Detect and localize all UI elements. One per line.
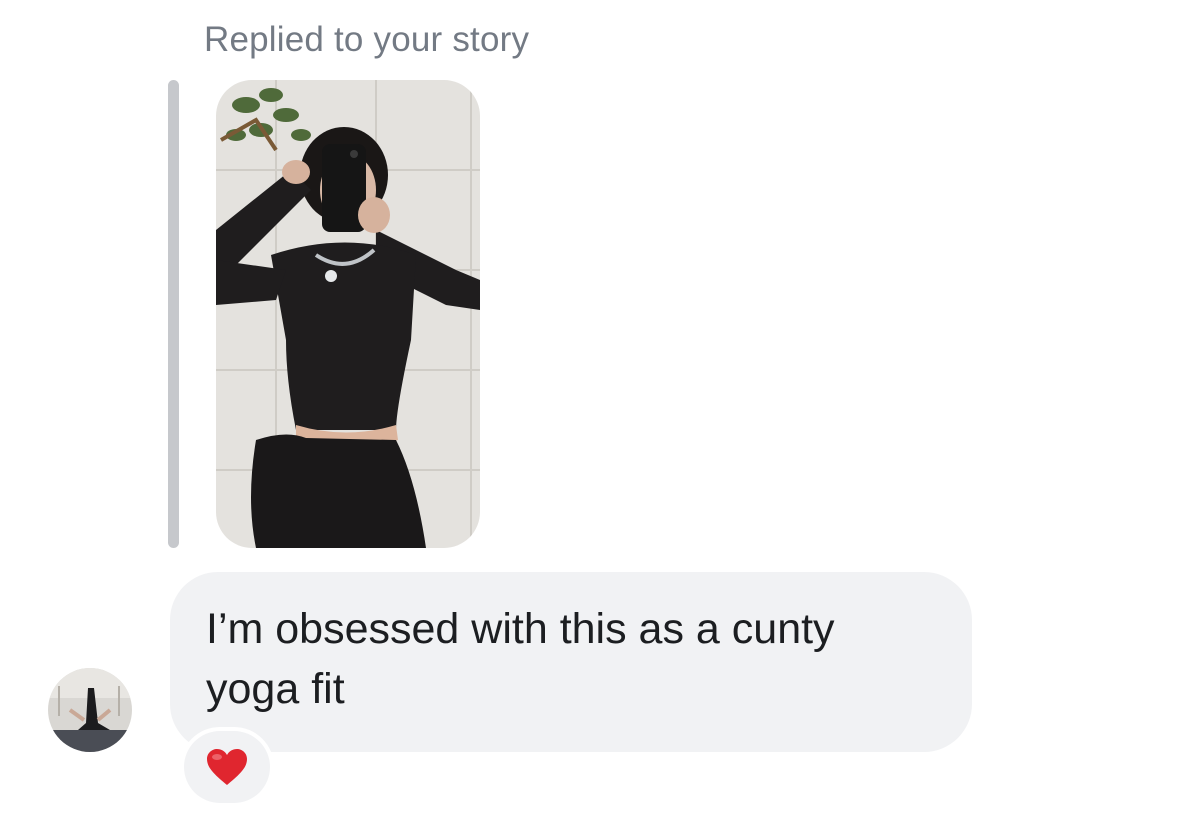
- reaction-badge[interactable]: [180, 727, 274, 807]
- story-thumbnail[interactable]: [216, 80, 480, 548]
- user-avatar-image: [48, 668, 132, 752]
- story-photo-image: [216, 80, 480, 548]
- replied-to-story-label: Replied to your story: [204, 20, 530, 59]
- message-text: I’m obsessed with this as a cunty yoga f…: [206, 605, 835, 713]
- red-heart-icon: [207, 749, 247, 785]
- sender-avatar[interactable]: [48, 668, 132, 752]
- message-bubble[interactable]: I’m obsessed with this as a cunty yoga f…: [170, 572, 972, 752]
- reply-indicator-bar: [168, 80, 179, 548]
